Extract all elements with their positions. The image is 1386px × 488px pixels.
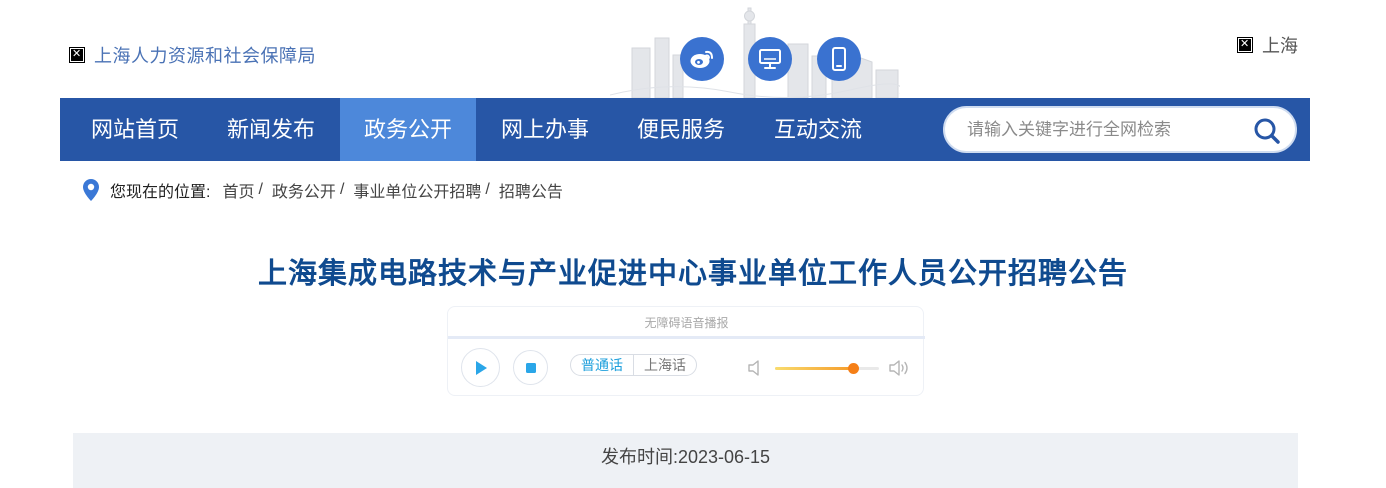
city-name: 上海 [1262, 36, 1298, 56]
play-button[interactable] [461, 348, 500, 387]
breadcrumb-separator: / [339, 181, 345, 198]
audio-player: 无障碍语音播报 普通话 上海话 [447, 306, 925, 396]
volume-high-icon[interactable] [889, 358, 911, 378]
breadcrumb-recruitment[interactable]: 事业单位公开招聘 [353, 178, 481, 202]
weibo-button[interactable] [680, 37, 724, 81]
breadcrumb-home[interactable]: 首页 [222, 178, 254, 202]
main-nav: 网站首页 新闻发布 政务公开 网上办事 便民服务 互动交流 [60, 98, 1310, 161]
breadcrumb-separator: / [485, 181, 490, 198]
breadcrumb-separator: / [258, 181, 263, 198]
player-progress-track[interactable] [448, 336, 925, 339]
volume-low-icon[interactable] [748, 359, 762, 377]
stop-icon [525, 362, 536, 373]
weibo-icon [690, 50, 713, 68]
language-toggle: 普通话 上海话 [570, 354, 697, 376]
publish-info-bar: 发布时间:2023-06-15 [73, 433, 1298, 488]
desktop-site-button[interactable] [748, 37, 792, 81]
breadcrumb-announcement[interactable]: 招聘公告 [499, 178, 563, 202]
volume-slider[interactable] [775, 363, 879, 374]
nav-item-interaction[interactable]: 互动交流 [750, 98, 886, 161]
monitor-icon [759, 49, 781, 69]
publish-date: 2023-06-15 [677, 447, 771, 467]
stop-button[interactable] [513, 350, 548, 385]
nav-item-news[interactable]: 新闻发布 [203, 98, 339, 161]
breadcrumb-government-affairs[interactable]: 政务公开 [272, 178, 336, 202]
nav-item-government-affairs[interactable]: 政务公开 [340, 98, 476, 161]
volume-knob[interactable] [848, 363, 859, 374]
play-icon [475, 360, 487, 375]
nav-item-home[interactable]: 网站首页 [67, 98, 203, 161]
mobile-icon [832, 47, 846, 71]
breadcrumb: 您现在的位置: 首页 / 政务公开 / 事业单位公开招聘 / 招聘公告 [82, 178, 563, 202]
player-label: 无障碍语音播报 [644, 316, 729, 330]
breadcrumb-label: 您现在的位置: [110, 184, 211, 201]
mobile-site-button[interactable] [817, 37, 861, 81]
language-shanghainese[interactable]: 上海话 [634, 355, 696, 375]
city-logo-image [1237, 37, 1253, 53]
city-logo[interactable]: 上海 [1237, 32, 1298, 58]
site-name: 上海人力资源和社会保障局 [94, 46, 316, 66]
location-pin-icon [83, 179, 99, 201]
site-logo[interactable]: 上海人力资源和社会保障局 [69, 42, 316, 68]
article-title: 上海集成电路技术与产业促进中心事业单位工作人员公开招聘公告 [257, 258, 1128, 290]
search-box [943, 106, 1297, 153]
search-input[interactable] [967, 116, 1227, 144]
nav-item-public-services[interactable]: 便民服务 [613, 98, 749, 161]
language-mandarin[interactable]: 普通话 [571, 355, 634, 375]
search-icon[interactable] [1253, 117, 1281, 145]
site-logo-image [69, 47, 85, 63]
site-header: 上海人力资源和社会保障局 [0, 0, 1386, 98]
nav-item-online-services[interactable]: 网上办事 [477, 98, 613, 161]
publish-label: 发布时间: [600, 447, 678, 467]
volume-fill [775, 367, 853, 370]
